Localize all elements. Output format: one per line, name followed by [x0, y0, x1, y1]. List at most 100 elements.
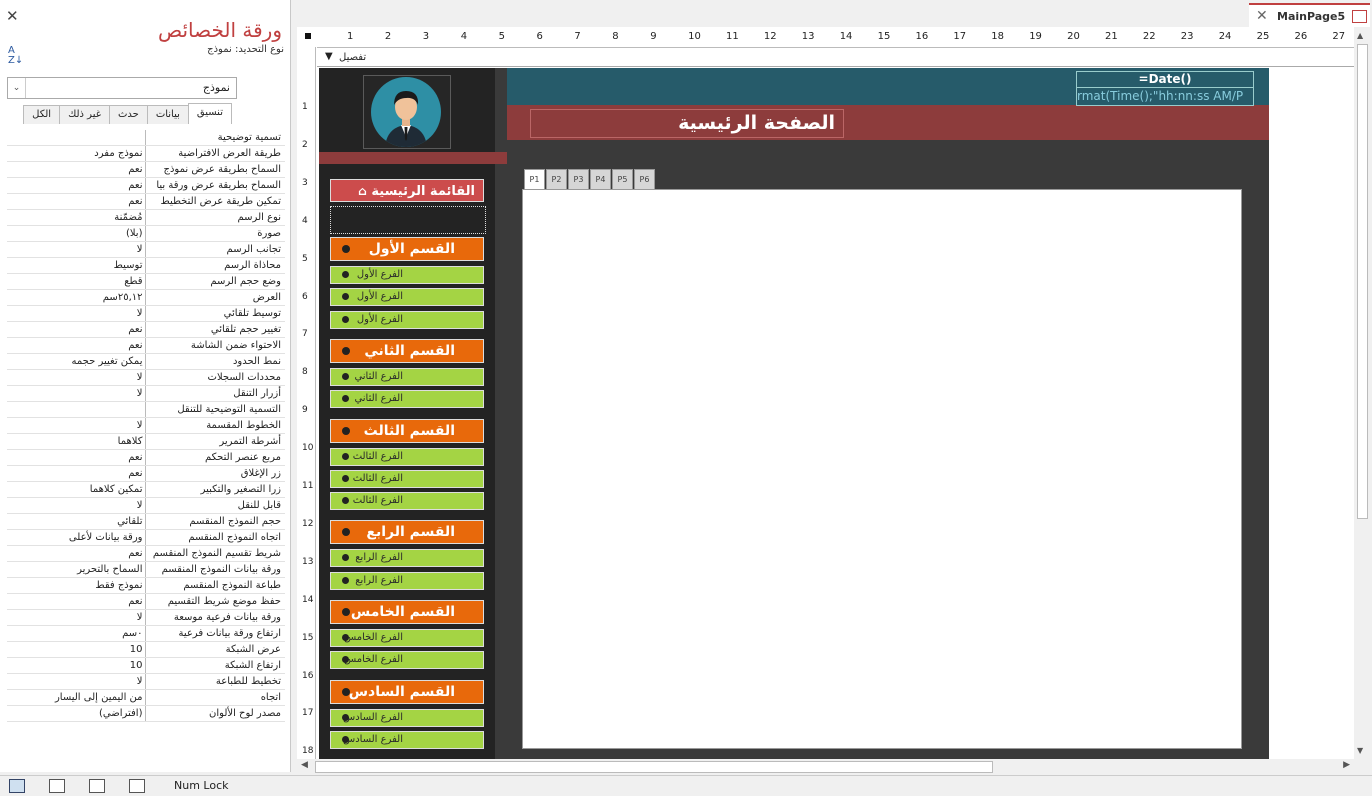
- property-row[interactable]: السماح بطريقة عرض نموذج نعم: [7, 162, 285, 178]
- property-row[interactable]: شريط تقسيم النموذج المنقسم نعم: [7, 546, 285, 562]
- avatar-frame[interactable]: [363, 75, 451, 149]
- sub-button[interactable]: الفرع الرابع: [330, 549, 484, 568]
- form-selector-square[interactable]: [305, 33, 311, 39]
- form-selector[interactable]: [297, 27, 317, 47]
- property-value[interactable]: يمكن تغيير حجمه: [7, 354, 145, 369]
- property-value[interactable]: نعم: [7, 322, 145, 337]
- property-row[interactable]: نمط الحدود يمكن تغيير حجمه: [7, 354, 285, 370]
- property-value[interactable]: ٠سم: [7, 626, 145, 641]
- scroll-up-icon[interactable]: ▲: [1357, 31, 1363, 40]
- page-tab[interactable]: P3: [568, 169, 589, 190]
- sub-button[interactable]: الفرع السادس: [330, 730, 484, 749]
- property-value[interactable]: [7, 402, 145, 417]
- object-selector[interactable]: ⌄ نموذج: [7, 77, 237, 99]
- date-time-box[interactable]: =Date() rmat(Time();"hh:nn:ss AM/P: [1076, 71, 1254, 106]
- horizontal-scroll-thumb[interactable]: [315, 761, 993, 773]
- property-row[interactable]: نوع الرسم مُضمّنة: [7, 210, 285, 226]
- property-value[interactable]: 10: [7, 642, 145, 657]
- property-value[interactable]: [7, 130, 145, 145]
- section-button[interactable]: القسم الرابع: [330, 520, 484, 545]
- property-row[interactable]: ارتفاع ورقة بيانات فرعية ٠سم: [7, 626, 285, 642]
- property-row[interactable]: الخطوط المقسمة لا: [7, 418, 285, 434]
- page-tab[interactable]: P4: [590, 169, 611, 190]
- property-value[interactable]: مُضمّنة: [7, 210, 145, 225]
- property-tab[interactable]: تنسيق: [187, 103, 232, 124]
- property-row[interactable]: قابل للنقل لا: [7, 498, 285, 514]
- vertical-scroll-thumb[interactable]: [1357, 44, 1368, 519]
- property-value[interactable]: توسيط: [7, 258, 145, 273]
- sub-button[interactable]: الفرع الثاني: [330, 390, 484, 409]
- sub-button[interactable]: الفرع الثالث: [330, 469, 484, 488]
- property-row[interactable]: السماح بطريقة عرض ورقة بيا نعم: [7, 178, 285, 194]
- close-icon[interactable]: ✕: [6, 9, 19, 24]
- property-row[interactable]: زر الإغلاق نعم: [7, 466, 285, 482]
- page-tab[interactable]: P6: [634, 169, 655, 190]
- close-tab-icon[interactable]: ✕: [1256, 8, 1268, 24]
- property-tab[interactable]: حدث: [108, 105, 148, 124]
- section-button[interactable]: القسم السادس: [330, 679, 484, 704]
- sub-button[interactable]: الفرع الرابع: [330, 571, 484, 590]
- property-row[interactable]: اتجاه من اليمين إلى اليسار: [7, 690, 285, 706]
- property-row[interactable]: عرض الشبكة 10: [7, 642, 285, 658]
- property-row[interactable]: أزرار التنقل لا: [7, 386, 285, 402]
- sub-button[interactable]: الفرع الثاني: [330, 367, 484, 386]
- page-tab[interactable]: P1: [524, 169, 545, 191]
- form-view-icon[interactable]: [129, 779, 145, 793]
- property-tab[interactable]: الكل: [23, 105, 61, 124]
- property-row[interactable]: تخطيط للطباعة لا: [7, 674, 285, 690]
- property-value[interactable]: لا: [7, 610, 145, 625]
- horizontal-ruler[interactable]: 1 2 3 4 5 6 7 8 9 10 11 12 13 14 15 16 17 18 19 20 21 22 23 24 2…: [317, 27, 1354, 48]
- property-value[interactable]: تلقائي: [7, 514, 145, 529]
- property-row[interactable]: ورقة بيانات فرعية موسعة لا: [7, 610, 285, 626]
- property-value[interactable]: قطع: [7, 274, 145, 289]
- sub-button[interactable]: الفرع الأول: [330, 288, 484, 307]
- property-row[interactable]: التسمية التوضيحية للتنقل: [7, 402, 285, 418]
- property-row[interactable]: تسمية توضيحية: [7, 130, 285, 146]
- property-value[interactable]: السماح بالتحرير: [7, 562, 145, 577]
- time-field[interactable]: rmat(Time();"hh:nn:ss AM/P: [1077, 88, 1253, 105]
- property-row[interactable]: توسيط تلقائي لا: [7, 306, 285, 322]
- property-value[interactable]: نعم: [7, 466, 145, 481]
- property-row[interactable]: طريقة العرض الافتراضية نموذج مفرد: [7, 146, 285, 162]
- property-value[interactable]: نموذج فقط: [7, 578, 145, 593]
- property-value[interactable]: كلاهما: [7, 434, 145, 449]
- property-value[interactable]: لا: [7, 306, 145, 321]
- property-tab[interactable]: غير ذلك: [59, 105, 110, 124]
- property-value[interactable]: نموذج مفرد: [7, 146, 145, 161]
- property-row[interactable]: وضع حجم الرسم قطع: [7, 274, 285, 290]
- property-value[interactable]: لا: [7, 498, 145, 513]
- property-value[interactable]: (افتراضي): [7, 706, 145, 721]
- property-value[interactable]: نعم: [7, 162, 145, 177]
- property-row[interactable]: حفظ موضع شريط التقسيم نعم: [7, 594, 285, 610]
- design-view-icon[interactable]: [9, 779, 25, 793]
- vertical-scrollbar[interactable]: ▲ ▼: [1354, 27, 1370, 759]
- property-value[interactable]: (بلا): [7, 226, 145, 241]
- property-value[interactable]: نعم: [7, 450, 145, 465]
- scroll-down-icon[interactable]: ▼: [1357, 746, 1363, 755]
- datasheet-view-icon[interactable]: [89, 779, 105, 793]
- page-tab[interactable]: P5: [612, 169, 633, 190]
- property-row[interactable]: زرا التصغير والتكبير تمكين كلاهما: [7, 482, 285, 498]
- property-row[interactable]: طباعة النموذج المنقسم نموذج فقط: [7, 578, 285, 594]
- tab-page-body[interactable]: [522, 189, 1242, 749]
- page-tab[interactable]: P2: [546, 169, 567, 190]
- property-row[interactable]: مربع عنصر التحكم نعم: [7, 450, 285, 466]
- property-value[interactable]: ٢٥,١٢سم: [7, 290, 145, 305]
- sub-button[interactable]: الفرع الأول: [330, 266, 484, 284]
- property-row[interactable]: محددات السجلات لا: [7, 370, 285, 386]
- property-row[interactable]: مصدر لوح الألوان (افتراضي): [7, 706, 285, 722]
- section-button[interactable]: القسم الخامس: [330, 600, 484, 624]
- vertical-ruler[interactable]: 1 2 3 4 5 6 7 8 9 10 11 12 13 14 15 16 17 18: [297, 47, 316, 759]
- property-row[interactable]: الاحتواء ضمن الشاشة نعم: [7, 338, 285, 354]
- property-value[interactable]: نعم: [7, 594, 145, 609]
- section-collapse-icon[interactable]: ▼: [325, 51, 333, 62]
- property-row[interactable]: ارتفاع الشبكة 10: [7, 658, 285, 674]
- property-value[interactable]: نعم: [7, 546, 145, 561]
- sort-az-icon[interactable]: A Z↓: [8, 46, 23, 66]
- menu-placeholder[interactable]: [330, 206, 486, 234]
- sub-button[interactable]: الفرع الثالث: [330, 492, 484, 511]
- property-value[interactable]: تمكين كلاهما: [7, 482, 145, 497]
- property-tab[interactable]: بيانات: [146, 105, 189, 124]
- property-row[interactable]: حجم النموذج المنقسم تلقائي: [7, 514, 285, 530]
- sub-button[interactable]: الفرع الأول: [330, 310, 484, 329]
